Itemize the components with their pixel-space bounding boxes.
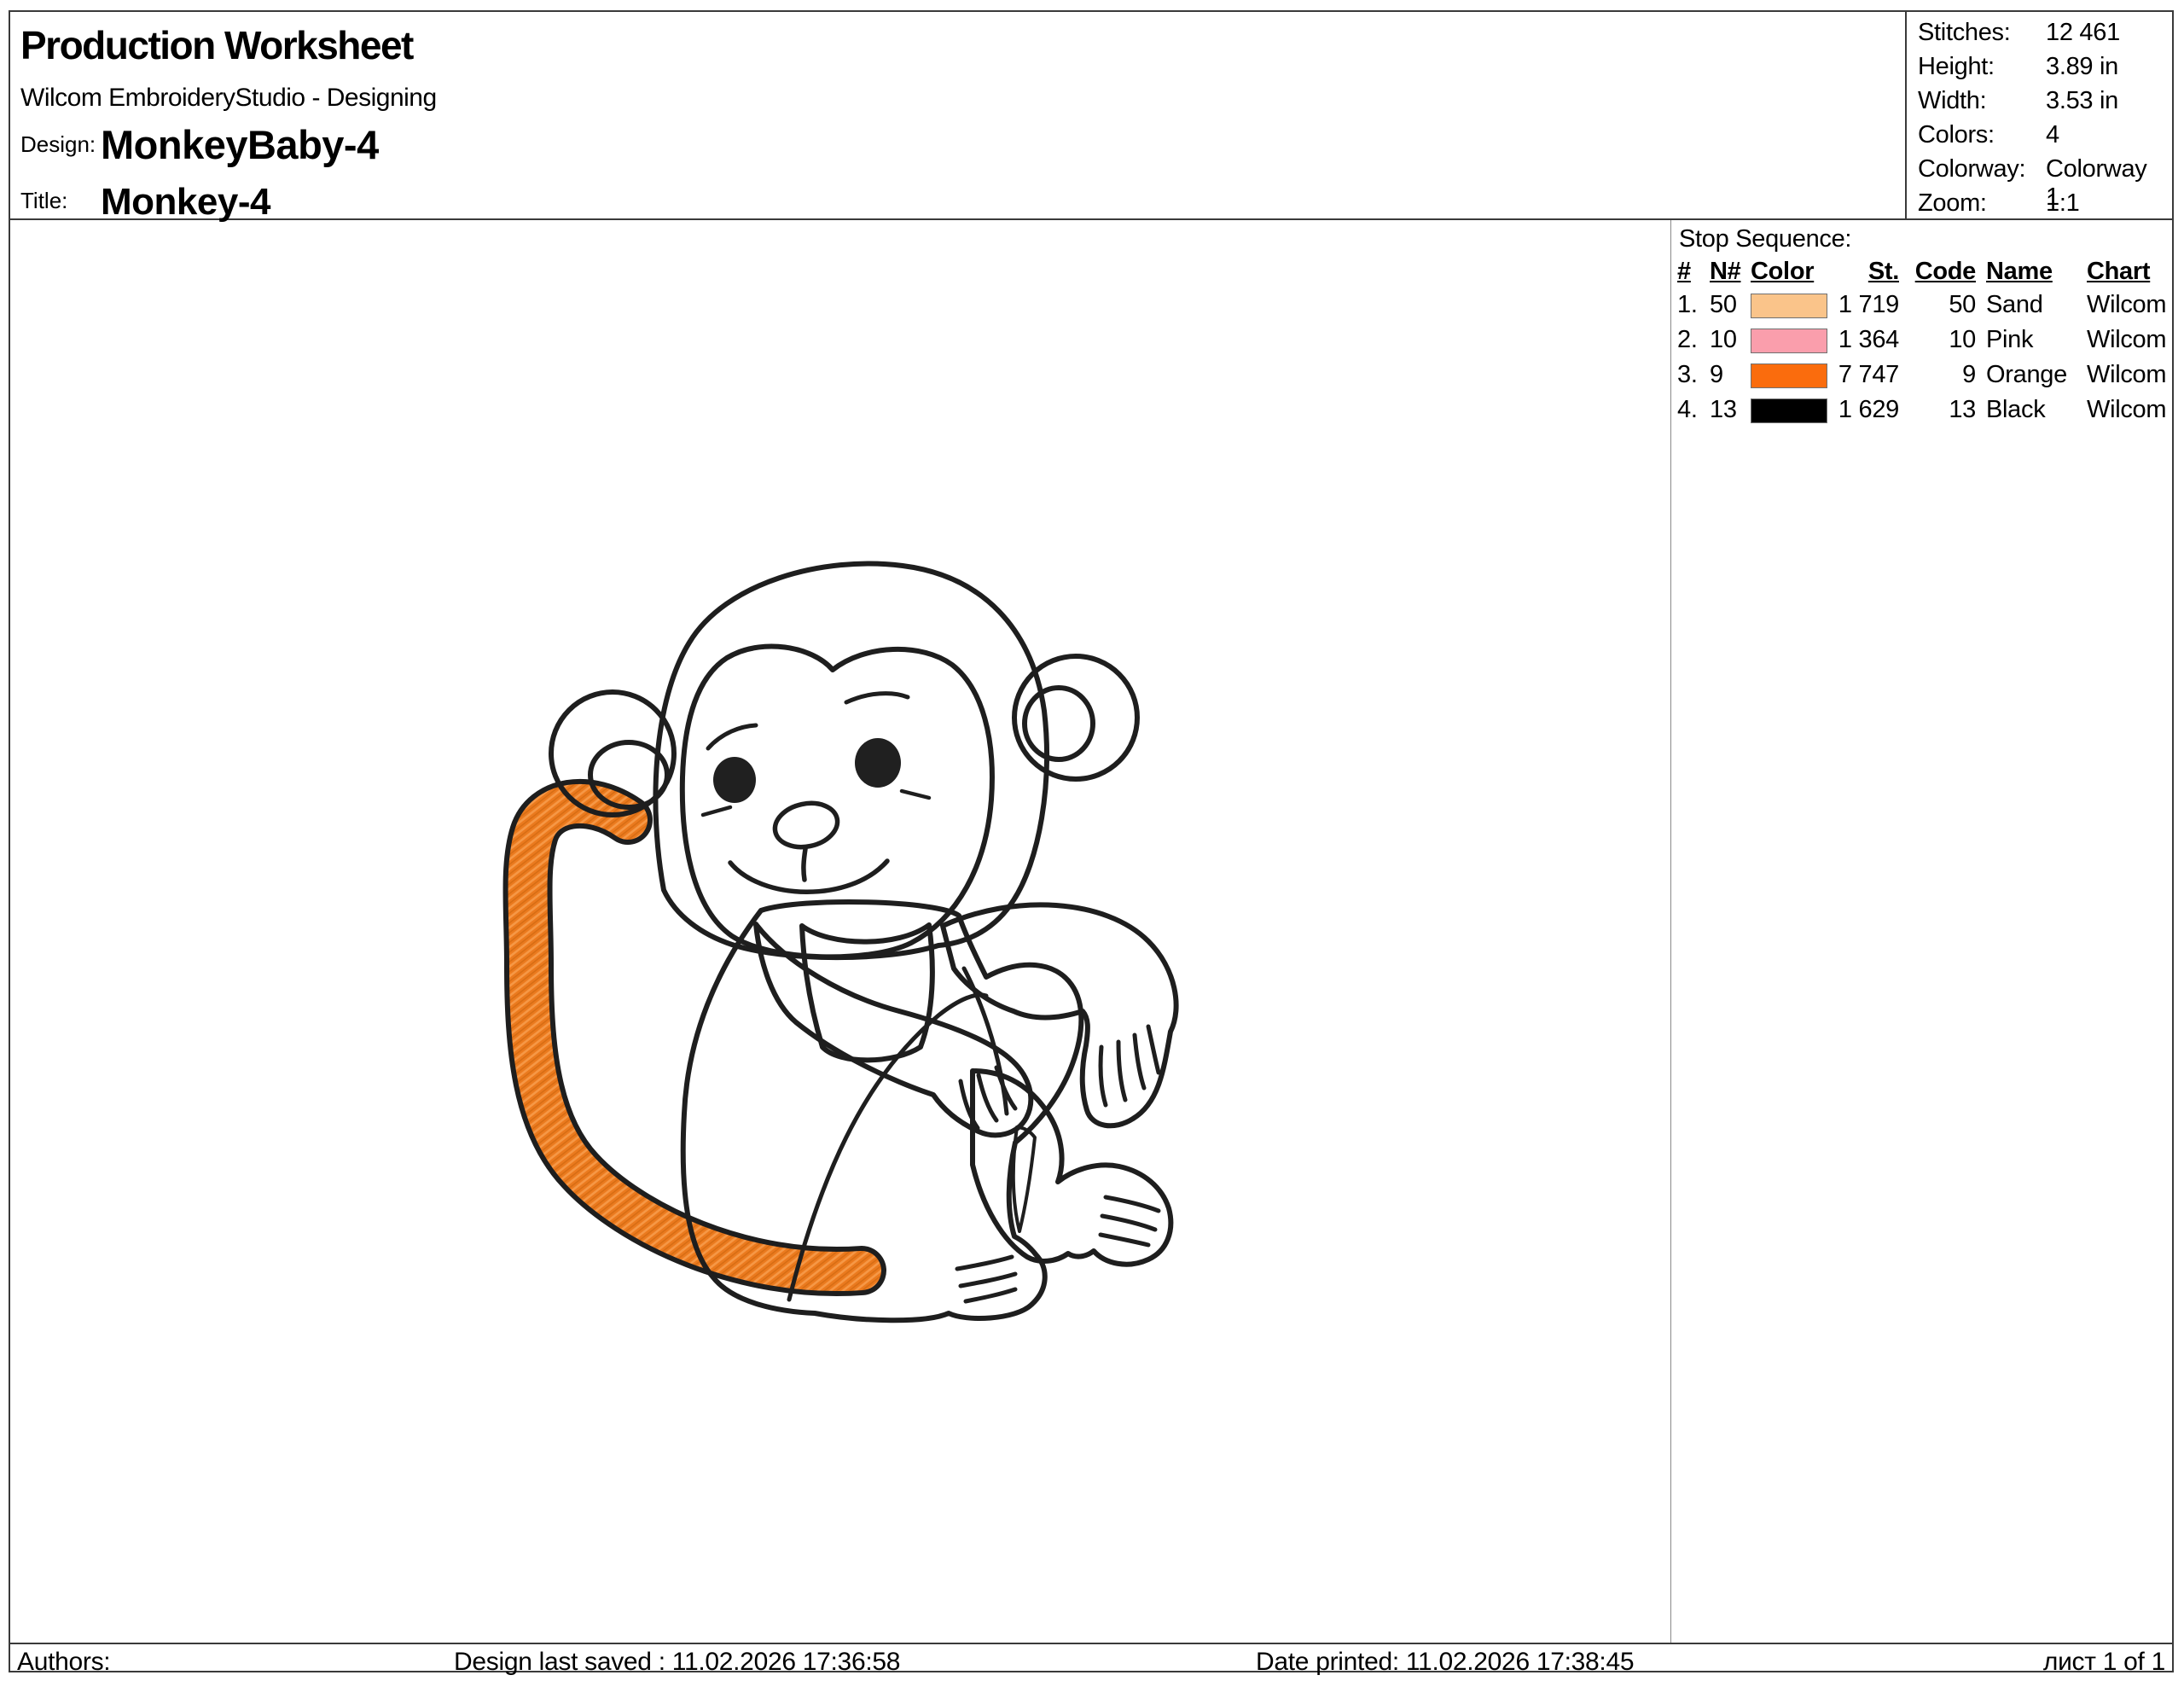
monkey-right-foot <box>973 1071 1170 1265</box>
color-swatch-sand <box>1751 294 1827 318</box>
monkey-head <box>655 564 1047 958</box>
col-header-st: St. <box>1822 258 1899 286</box>
stop-sequence-row: 4. 13 1 629 13 Black Wilcom <box>10 396 2172 427</box>
design-title: Monkey-4 <box>101 181 270 224</box>
stop-sequence-row: 2. 10 1 364 10 Pink Wilcom <box>10 326 2172 357</box>
color-swatch-black <box>1751 398 1827 423</box>
stats-box-divider <box>1905 12 1907 220</box>
col-header-num: # <box>1677 258 1708 286</box>
authors-label: Authors: <box>17 1648 110 1677</box>
stop-panel-divider <box>1670 220 1671 1643</box>
stat-zoom: Zoom:1:1 <box>1918 189 2167 224</box>
monkey-facial-features <box>703 694 929 893</box>
philtrum-line <box>804 849 805 880</box>
nose <box>771 798 842 852</box>
col-header-n: N# <box>1710 258 1747 286</box>
right-eye <box>855 738 901 788</box>
color-swatch-pink <box>1751 329 1827 353</box>
design-name: MonkeyBaby-4 <box>101 121 379 168</box>
header-divider <box>10 218 2172 220</box>
left-eye <box>713 757 756 803</box>
col-header-chart: Chart <box>2087 258 2182 286</box>
stat-stitches: Stitches:12 461 <box>1918 19 2167 53</box>
design-preview <box>461 525 1194 1335</box>
col-header-name: Name <box>1986 258 2082 286</box>
sheet-number: лист 1 of 1 <box>2043 1648 2165 1677</box>
stop-sequence-row: 3. 9 7 747 9 Orange Wilcom <box>10 361 2172 392</box>
worksheet-page: Production Worksheet Wilcom EmbroiderySt… <box>9 10 2174 1672</box>
shin-notch <box>1014 1127 1035 1231</box>
col-header-color: Color <box>1751 258 1827 286</box>
col-header-code: Code <box>1902 258 1976 286</box>
title-label: Title: <box>20 188 67 214</box>
date-printed-timestamp: Date printed: 11.02.2026 17:38:45 <box>1256 1648 1634 1677</box>
stop-sequence-header-row: # N# Color St. Code Name Chart <box>10 258 2172 288</box>
stat-colorway: Colorway:Colorway 1 <box>1918 155 2167 189</box>
app-subtitle: Wilcom EmbroideryStudio - Designing <box>20 84 437 113</box>
right-hand-finger-lines <box>1101 1027 1159 1105</box>
right-eye-stitch <box>902 791 929 798</box>
stat-colors: Colors:4 <box>1918 121 2167 155</box>
left-eyebrow <box>708 725 756 748</box>
monkey-illustration <box>461 525 1194 1335</box>
stop-sequence-row: 1. 50 1 719 50 Sand Wilcom <box>10 291 2172 322</box>
right-eyebrow <box>846 694 908 702</box>
design-label: Design: <box>20 131 96 158</box>
page-title: Production Worksheet <box>20 22 413 68</box>
monkey-right-ear <box>1014 656 1137 779</box>
last-saved-timestamp: Design last saved : 11.02.2026 17:36:58 <box>454 1648 900 1677</box>
footer-divider <box>10 1643 2172 1644</box>
stat-width: Width:3.53 in <box>1918 87 2167 121</box>
smile <box>730 861 887 892</box>
left-eye-stitch <box>703 807 730 815</box>
stop-sequence-title: Stop Sequence: <box>1679 225 1851 253</box>
color-swatch-orange <box>1751 364 1827 388</box>
stat-height: Height:3.89 in <box>1918 53 2167 87</box>
